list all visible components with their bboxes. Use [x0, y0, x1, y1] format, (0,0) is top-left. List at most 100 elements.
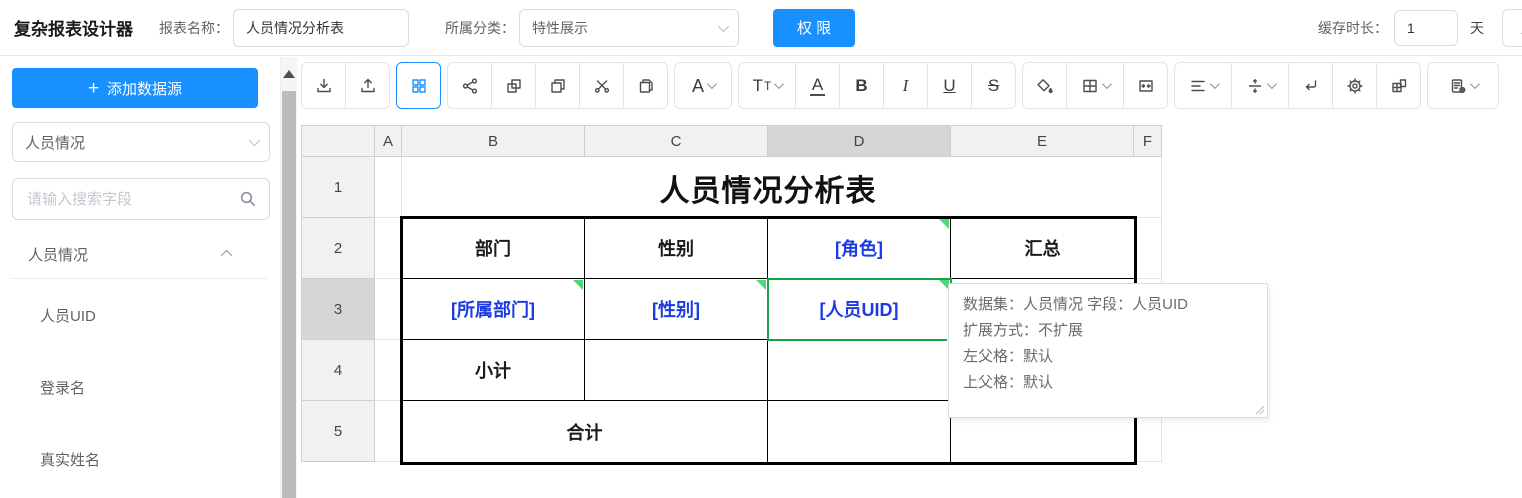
cell-d5[interactable] [768, 401, 951, 462]
layout-grid-icon [410, 77, 428, 95]
underline-button[interactable]: U [927, 62, 972, 109]
cell-d3[interactable]: [人员UID] [768, 279, 951, 340]
dataset-select-value: 人员情况 [25, 132, 85, 153]
cell-f1[interactable] [1134, 157, 1162, 218]
resize-handle-icon[interactable] [1255, 405, 1265, 415]
top-bar: 复杂报表设计器 报表名称： 所属分类： 特性展示 权 限 缓存时长： 天 刷 [0, 0, 1522, 56]
category-label: 所属分类： [445, 18, 515, 38]
copy-cell-format-button[interactable] [1376, 62, 1421, 109]
add-datasource-button[interactable]: + 添加数据源 [12, 68, 258, 108]
bold-button[interactable]: B [839, 62, 884, 109]
layout-grid-button[interactable] [396, 62, 441, 109]
row-header-4[interactable]: 4 [301, 339, 375, 401]
scrollbar-up-button[interactable] [281, 57, 297, 91]
cut-button[interactable] [579, 62, 624, 109]
scrollbar-thumb[interactable] [282, 91, 296, 498]
wrap-text-button[interactable] [1288, 62, 1333, 109]
column-header-a[interactable]: A [374, 125, 402, 157]
field-item-uid[interactable]: 人员UID [0, 279, 278, 351]
cell-a4[interactable] [375, 340, 402, 401]
chevron-down-icon [718, 20, 729, 31]
row-header-5[interactable]: 5 [301, 400, 375, 462]
cell-b2[interactable]: 部门 [402, 218, 585, 279]
share-button[interactable] [447, 62, 492, 109]
dataset-select[interactable]: 人员情况 [12, 122, 270, 162]
cell-a5[interactable] [375, 401, 402, 462]
italic-button[interactable]: I [883, 62, 928, 109]
strikethrough-letter: S [988, 77, 999, 94]
cell-f2[interactable] [1134, 218, 1162, 279]
add-datasource-label: 添加数据源 [107, 78, 182, 99]
copy-button[interactable] [491, 62, 536, 109]
datasource-sidebar: + 添加数据源 人员情况 人员情况 人员UID 登录名 真实姓名 [0, 57, 278, 498]
cell-c3[interactable]: [性别] [585, 279, 768, 340]
clipped-right-button[interactable]: 刷 [1502, 9, 1522, 47]
cell-e2[interactable]: 汇总 [951, 218, 1134, 279]
cell-b3[interactable]: [所属部门] [402, 279, 585, 340]
cell-d4[interactable] [768, 340, 951, 401]
cell-b4[interactable]: 小计 [402, 340, 585, 401]
font-button[interactable]: A [674, 62, 732, 109]
cell-a3[interactable] [375, 279, 402, 340]
vertical-align-button[interactable] [1231, 62, 1289, 109]
field-search-input[interactable] [25, 190, 239, 209]
fill-color-icon [1036, 77, 1054, 95]
cell-d2[interactable]: [角色] [768, 218, 951, 279]
cell-a2[interactable] [375, 218, 402, 279]
chevron-down-icon [1102, 79, 1112, 89]
cell-b5-merged[interactable]: 合计 [402, 401, 768, 462]
borders-button[interactable] [1066, 62, 1124, 109]
sidebar-scrollbar[interactable] [280, 57, 297, 498]
field-item-login[interactable]: 登录名 [0, 351, 278, 423]
tooltip-line: 扩展方式：不扩展 [963, 318, 1253, 344]
cell-info-tooltip: 数据集：人员情况 字段：人员UID 扩展方式：不扩展 左父格：默认 上父格：默认 [948, 283, 1268, 418]
column-header-d[interactable]: D [767, 125, 951, 157]
font-size-button[interactable]: TT [738, 62, 796, 109]
field-item-label: 人员UID [40, 305, 96, 326]
row-header-2[interactable]: 2 [301, 217, 375, 279]
horizontal-align-button[interactable] [1174, 62, 1232, 109]
settings-button[interactable] [1332, 62, 1377, 109]
duplicate-button[interactable] [535, 62, 580, 109]
field-marker-icon [573, 280, 583, 290]
permission-button[interactable]: 权 限 [773, 9, 855, 47]
column-header-e[interactable]: E [950, 125, 1134, 157]
strikethrough-button[interactable]: S [971, 62, 1016, 109]
paste-button[interactable] [623, 62, 668, 109]
category-select[interactable]: 特性展示 [519, 9, 739, 47]
report-settings-button[interactable] [1427, 62, 1499, 109]
upload-button[interactable] [345, 62, 390, 109]
cell-c2[interactable]: 性别 [585, 218, 768, 279]
font-size-letter-small: T [764, 80, 771, 92]
row-header-1[interactable]: 1 [301, 156, 375, 218]
merge-cells-icon [1137, 77, 1155, 95]
column-header-f[interactable]: F [1133, 125, 1162, 157]
dataset-section-header[interactable]: 人员情况 [0, 230, 278, 278]
report-title-cell[interactable]: 人员情况分析表 [402, 157, 1134, 218]
field-search-box[interactable] [12, 178, 270, 220]
corner-header[interactable] [301, 125, 375, 157]
copy-icon [505, 77, 523, 95]
fill-color-button[interactable] [1022, 62, 1067, 109]
cache-unit-label: 天 [1470, 18, 1484, 38]
upload-icon [359, 77, 377, 95]
download-button[interactable] [301, 62, 346, 109]
tooltip-line: 上父格：默认 [963, 370, 1253, 396]
column-header-c[interactable]: C [584, 125, 768, 157]
cache-duration-input[interactable] [1394, 10, 1458, 46]
field-marker-icon [756, 280, 766, 290]
field-item-label: 登录名 [40, 377, 85, 398]
cell-c4[interactable] [585, 340, 768, 401]
report-name-input[interactable] [233, 9, 409, 47]
cell-a1[interactable] [375, 157, 402, 218]
font-color-button[interactable]: A [795, 62, 840, 109]
font-letter: A [692, 77, 704, 95]
tooltip-line: 数据集：人员情况 字段：人员UID [963, 292, 1253, 318]
merge-cells-button[interactable] [1123, 62, 1168, 109]
column-header-b[interactable]: B [401, 125, 585, 157]
chevron-down-icon [707, 79, 717, 89]
field-item-realname[interactable]: 真实姓名 [0, 423, 278, 495]
row-header-3[interactable]: 3 [301, 278, 375, 340]
field-item-label: 真实姓名 [40, 449, 100, 470]
copy-cell-format-icon [1390, 77, 1408, 95]
